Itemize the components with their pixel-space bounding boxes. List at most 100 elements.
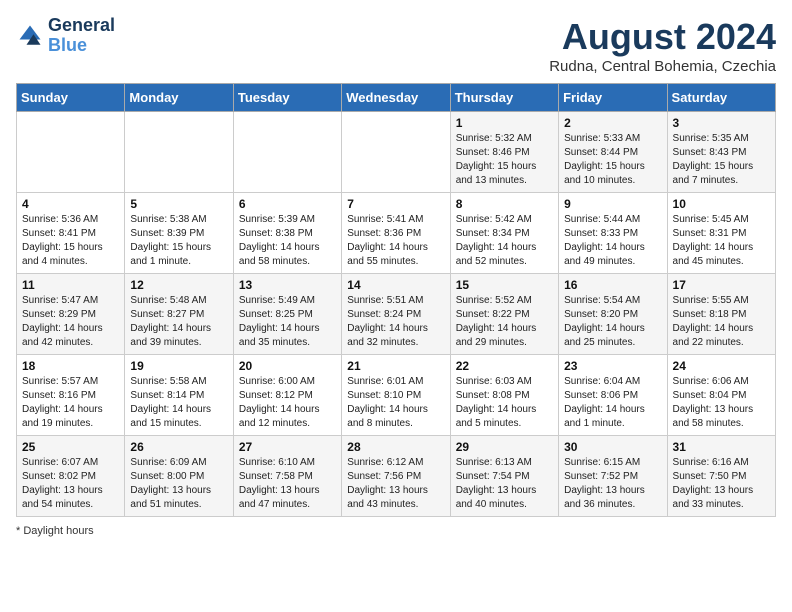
logo-text: General Blue bbox=[48, 16, 115, 56]
calendar-cell: 20Sunrise: 6:00 AMSunset: 8:12 PMDayligh… bbox=[233, 355, 341, 436]
day-number: 16 bbox=[564, 278, 661, 292]
day-number: 27 bbox=[239, 440, 336, 454]
day-number: 28 bbox=[347, 440, 444, 454]
calendar-cell: 18 Sunrise: 5:57 AMSunset: 8:16 PMDayligh… bbox=[17, 355, 125, 436]
day-number: 26 bbox=[130, 440, 227, 454]
day-number: 1 bbox=[456, 116, 553, 130]
calendar-cell: 27 Sunrise: 6:10 AMSunset: 7:58 PMDayligh… bbox=[233, 436, 341, 517]
day-info: Sunrise: 5:51 AMSunset: 8:24 PMDaylight:… bbox=[347, 294, 444, 350]
calendar-cell: 2Sunrise: 5:33 AMSunset: 8:44 PMDaylight… bbox=[559, 112, 667, 193]
day-info: Sunrise: 6:07 AMSunset: 8:02 PMDaylight:… bbox=[22, 456, 119, 512]
calendar-cell: 7 Sunrise: 5:41 AMSunset: 8:36 PMDaylight… bbox=[342, 193, 450, 274]
day-header-sunday: Sunday bbox=[17, 84, 125, 112]
day-number: 22 bbox=[456, 359, 553, 373]
month-year-title: August 2024 bbox=[549, 16, 776, 58]
day-info: Sunrise: 5:32 AMSunset: 8:46 PMDaylight:… bbox=[456, 132, 553, 188]
day-info: Sunrise: 6:16 AMSunset: 7:50 PMDaylight:… bbox=[673, 456, 770, 512]
day-info: Sunrise: 5:55 AMSunset: 8:18 PMDaylight:… bbox=[673, 294, 770, 350]
day-info: Sunrise: 5:39 AMSunset: 8:38 PMDaylight:… bbox=[239, 213, 336, 269]
day-number: 17 bbox=[673, 278, 770, 292]
day-info: Sunrise: 6:12 AMSunset: 7:56 PMDaylight:… bbox=[347, 456, 444, 512]
footer-note: * Daylight hours bbox=[16, 525, 776, 537]
day-info: Sunrise: 5:35 AMSunset: 8:43 PMDaylight:… bbox=[673, 132, 770, 188]
calendar-cell: 1 Sunrise: 5:32 AMSunset: 8:46 PMDaylight… bbox=[450, 112, 558, 193]
day-number: 14 bbox=[347, 278, 444, 292]
day-info: Sunrise: 5:45 AMSunset: 8:31 PMDaylight:… bbox=[673, 213, 770, 269]
day-info: Sunrise: 5:41 AMSunset: 8:36 PMDaylight:… bbox=[347, 213, 444, 269]
calendar-cell: 24 Sunrise: 6:06 AMSunset: 8:04 PMDayligh… bbox=[667, 355, 775, 436]
logo-icon bbox=[16, 22, 44, 50]
day-number: 15 bbox=[456, 278, 553, 292]
day-header-friday: Friday bbox=[559, 84, 667, 112]
day-number: 18 bbox=[22, 359, 119, 373]
calendar-cell: 29 Sunrise: 6:13 AMSunset: 7:54 PMDayligh… bbox=[450, 436, 558, 517]
day-header-monday: Monday bbox=[125, 84, 233, 112]
day-info: Sunrise: 5:44 AMSunset: 8:33 PMDaylight:… bbox=[564, 213, 661, 269]
day-number: 31 bbox=[673, 440, 770, 454]
day-number: 30 bbox=[564, 440, 661, 454]
calendar-cell: 8Sunrise: 5:42 AMSunset: 8:34 PMDaylight… bbox=[450, 193, 558, 274]
day-number: 13 bbox=[239, 278, 336, 292]
day-number: 5 bbox=[130, 197, 227, 211]
day-number: 21 bbox=[347, 359, 444, 373]
day-number: 23 bbox=[564, 359, 661, 373]
day-info: Sunrise: 6:06 AMSunset: 8:04 PMDaylight:… bbox=[673, 375, 770, 431]
day-header-tuesday: Tuesday bbox=[233, 84, 341, 112]
day-number: 6 bbox=[239, 197, 336, 211]
day-info: Sunrise: 6:15 AMSunset: 7:52 PMDaylight:… bbox=[564, 456, 661, 512]
calendar-cell bbox=[17, 112, 125, 193]
day-info: Sunrise: 6:09 AMSunset: 8:00 PMDaylight:… bbox=[130, 456, 227, 512]
day-info: Sunrise: 6:04 AMSunset: 8:06 PMDaylight:… bbox=[564, 375, 661, 431]
day-number: 2 bbox=[564, 116, 661, 130]
day-number: 3 bbox=[673, 116, 770, 130]
page-header: General Blue August 2024 Rudna, Central … bbox=[16, 16, 776, 75]
day-header-thursday: Thursday bbox=[450, 84, 558, 112]
day-info: Sunrise: 6:03 AMSunset: 8:08 PMDaylight:… bbox=[456, 375, 553, 431]
calendar-cell: 23 Sunrise: 6:04 AMSunset: 8:06 PMDayligh… bbox=[559, 355, 667, 436]
day-info: Sunrise: 6:13 AMSunset: 7:54 PMDaylight:… bbox=[456, 456, 553, 512]
calendar-cell: 21 Sunrise: 6:01 AMSunset: 8:10 PMDayligh… bbox=[342, 355, 450, 436]
calendar-cell: 13Sunrise: 5:49 AMSunset: 8:25 PMDayligh… bbox=[233, 274, 341, 355]
location-subtitle: Rudna, Central Bohemia, Czechia bbox=[549, 58, 776, 75]
day-number: 4 bbox=[22, 197, 119, 211]
calendar-cell: 19Sunrise: 5:58 AMSunset: 8:14 PMDayligh… bbox=[125, 355, 233, 436]
calendar-cell: 28 Sunrise: 6:12 AMSunset: 7:56 PMDayligh… bbox=[342, 436, 450, 517]
day-info: Sunrise: 5:52 AMSunset: 8:22 PMDaylight:… bbox=[456, 294, 553, 350]
day-info: Sunrise: 6:01 AMSunset: 8:10 PMDaylight:… bbox=[347, 375, 444, 431]
day-number: 29 bbox=[456, 440, 553, 454]
day-info: Sunrise: 5:42 AMSunset: 8:34 PMDaylight:… bbox=[456, 213, 553, 269]
day-info: Sunrise: 5:38 AMSunset: 8:39 PMDaylight:… bbox=[130, 213, 227, 269]
day-info: Sunrise: 5:36 AMSunset: 8:41 PMDaylight:… bbox=[22, 213, 119, 269]
calendar-cell bbox=[233, 112, 341, 193]
calendar-cell: 14 Sunrise: 5:51 AMSunset: 8:24 PMDayligh… bbox=[342, 274, 450, 355]
calendar-cell: 26 Sunrise: 6:09 AMSunset: 8:00 PMDayligh… bbox=[125, 436, 233, 517]
day-info: Sunrise: 5:54 AMSunset: 8:20 PMDaylight:… bbox=[564, 294, 661, 350]
day-number: 20 bbox=[239, 359, 336, 373]
calendar-cell: 4 Sunrise: 5:36 AMSunset: 8:41 PMDaylight… bbox=[17, 193, 125, 274]
calendar-cell: 22 Sunrise: 6:03 AMSunset: 8:08 PMDayligh… bbox=[450, 355, 558, 436]
calendar-cell: 17 Sunrise: 5:55 AMSunset: 8:18 PMDayligh… bbox=[667, 274, 775, 355]
day-info: Sunrise: 5:48 AMSunset: 8:27 PMDaylight:… bbox=[130, 294, 227, 350]
calendar-cell: 11Sunrise: 5:47 AMSunset: 8:29 PMDayligh… bbox=[17, 274, 125, 355]
day-number: 7 bbox=[347, 197, 444, 211]
title-block: August 2024 Rudna, Central Bohemia, Czec… bbox=[549, 16, 776, 75]
calendar-cell bbox=[125, 112, 233, 193]
calendar-cell: 15 Sunrise: 5:52 AMSunset: 8:22 PMDayligh… bbox=[450, 274, 558, 355]
day-number: 19 bbox=[130, 359, 227, 373]
calendar-cell bbox=[342, 112, 450, 193]
calendar-cell: 12Sunrise: 5:48 AMSunset: 8:27 PMDayligh… bbox=[125, 274, 233, 355]
day-number: 24 bbox=[673, 359, 770, 373]
daylight-note: Daylight hours bbox=[23, 525, 93, 537]
calendar-cell: 6 Sunrise: 5:39 AMSunset: 8:38 PMDaylight… bbox=[233, 193, 341, 274]
calendar-cell: 9 Sunrise: 5:44 AMSunset: 8:33 PMDaylight… bbox=[559, 193, 667, 274]
calendar-cell: 25 Sunrise: 6:07 AMSunset: 8:02 PMDayligh… bbox=[17, 436, 125, 517]
day-number: 25 bbox=[22, 440, 119, 454]
day-number: 11 bbox=[22, 278, 119, 292]
day-info: Sunrise: 5:57 AMSunset: 8:16 PMDaylight:… bbox=[22, 375, 119, 431]
calendar-cell: 10Sunrise: 5:45 AMSunset: 8:31 PMDayligh… bbox=[667, 193, 775, 274]
day-header-wednesday: Wednesday bbox=[342, 84, 450, 112]
day-number: 9 bbox=[564, 197, 661, 211]
day-header-saturday: Saturday bbox=[667, 84, 775, 112]
logo: General Blue bbox=[16, 16, 115, 56]
day-info: Sunrise: 6:10 AMSunset: 7:58 PMDaylight:… bbox=[239, 456, 336, 512]
